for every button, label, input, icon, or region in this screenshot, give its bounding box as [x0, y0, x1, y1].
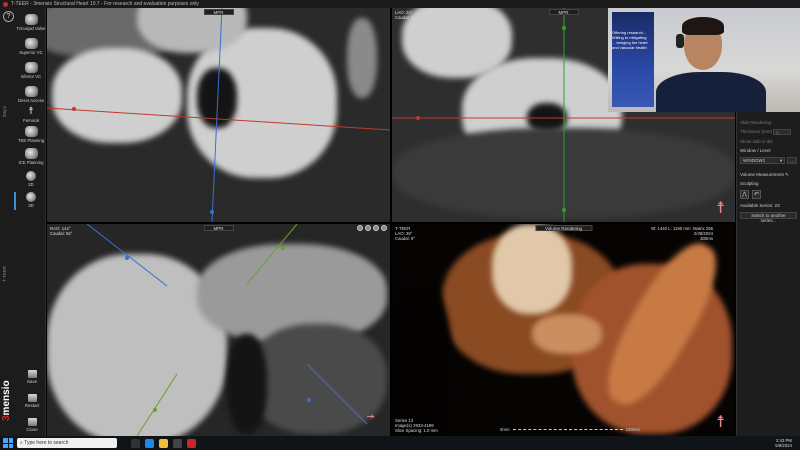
chevron-down-icon: ▾ [779, 157, 783, 163]
zoom-icon[interactable] [357, 225, 363, 231]
tool-tee-planning[interactable]: TEE Planning [16, 126, 46, 143]
webcam-overlay: Offering research... Willing to mitigati… [608, 8, 800, 112]
file-explorer-icon[interactable] [159, 438, 168, 448]
edge-icon[interactable] [145, 438, 154, 448]
viewport-tool-icons [357, 225, 387, 231]
tool-3d-view[interactable]: 3D [14, 192, 46, 210]
help-button[interactable]: ? [3, 11, 14, 22]
left-tool-rail: ? Tricuspid Valve Superior VC Inferior V… [0, 8, 46, 436]
app-icon [3, 1, 8, 7]
background-poster [612, 12, 654, 107]
viewport-mode-label[interactable]: MPR [548, 9, 579, 15]
body-orientation-icon: ☨ [716, 414, 725, 431]
brand-logo: 3mensio [1, 380, 12, 421]
ice-planning-icon [24, 148, 38, 159]
tool-femoral[interactable]: ☨ Femoral [16, 106, 46, 123]
viewport-bottom-right[interactable]: T-TEER LAO: 38° Caudal: 9° Volume Render… [392, 224, 735, 436]
presenter-hair [682, 17, 724, 35]
slab-rendering-label: Slab Rendering [740, 120, 772, 125]
window-level-label: Window / Level [740, 148, 771, 153]
window-title-bar: T-TEER - 3mensio Structural Heart 10.7 -… [0, 0, 800, 8]
tool-tricuspid-valve[interactable]: Tricuspid Valve [16, 14, 46, 31]
restart-icon [27, 394, 37, 402]
viewport-mode-label[interactable]: Volume Rendering [534, 225, 593, 231]
presenter-body [656, 72, 766, 112]
headset-icon [676, 34, 684, 48]
pan-icon[interactable] [365, 225, 371, 231]
poster-text: Offering research... Willing to mitigati… [612, 30, 648, 50]
rotate-icon[interactable] [373, 225, 379, 231]
available-series-label: Available Series: 23 [740, 203, 780, 208]
task-view-icon[interactable] [131, 438, 140, 448]
close-icon [27, 418, 37, 426]
viewport-bottom-left[interactable]: RAO: 142° Caudal: 56° MPR ☨ [47, 224, 390, 436]
reset-icon[interactable] [381, 225, 387, 231]
sculpt-cut-icon[interactable]: ⋀ [740, 190, 749, 199]
viewport-orientation-info: LAO: 20° Caudal: 4° [395, 10, 416, 20]
viewport-top-left[interactable]: MPR [47, 8, 390, 222]
body-orientation-icon: ☨ [363, 413, 375, 420]
store-icon[interactable] [173, 438, 182, 448]
volume-measurement-row[interactable]: Volume Measurement ✎ [740, 172, 797, 177]
2d-view-icon [26, 171, 36, 181]
start-button[interactable] [3, 438, 13, 448]
viewport-orientation-info: RAO: 142° Caudal: 56° [50, 226, 73, 236]
restart-button[interactable]: Restart [22, 394, 42, 408]
close-button[interactable]: Close [22, 418, 42, 432]
app-taskbar-icon[interactable] [187, 438, 196, 448]
superior-vc-icon [24, 38, 38, 49]
thickness-row: Thickness (mm) 0 [740, 129, 797, 135]
workflow-vertical-label: T-TEER [2, 266, 7, 283]
3d-view-icon [26, 192, 36, 202]
tricuspid-valve-icon [24, 14, 38, 25]
tool-direct-access[interactable]: Direct Access [16, 86, 46, 103]
viewport-render-info: W: 1440 L: 1190 mm Matrix 256 2/28/2024 … [651, 226, 713, 241]
body-orientation-icon: ☨ [716, 200, 725, 217]
direct-access-icon [24, 86, 38, 97]
scale-bar: 0mm 100mm [500, 427, 640, 432]
thickness-input[interactable]: 0 [773, 129, 792, 135]
inferior-vc-icon [24, 62, 38, 73]
mpr-crosshair[interactable] [47, 224, 390, 436]
tool-ice-planning[interactable]: ICE Planning [16, 148, 46, 165]
switch-series-button[interactable]: Switch to another series... [740, 212, 797, 223]
save-icon [27, 370, 37, 378]
taskbar-clock[interactable]: 2:43 PM 5/8/2024 [775, 438, 792, 448]
pencil-icon[interactable]: ✎ [785, 172, 789, 177]
window-level-more-button[interactable]: ... [787, 157, 797, 164]
tool-superior-vc[interactable]: Superior VC [16, 38, 46, 55]
femoral-icon: ☨ [28, 106, 34, 117]
steps-vertical-label: Steps [2, 106, 7, 118]
tee-planning-icon [24, 126, 38, 137]
taskbar-search-input[interactable]: ⌕ Type here to search [17, 438, 117, 448]
show-slab-checkbox[interactable]: Show slab in 3D [740, 139, 797, 144]
right-settings-panel: Slab Rendering Thickness (mm) 0 Show sla… [736, 112, 800, 436]
sculpting-label: Sculpting [740, 181, 759, 186]
window-level-select[interactable]: WINDOW1 ▾ [740, 157, 786, 164]
viewport-mode-label[interactable]: MPR [203, 9, 234, 15]
windows-taskbar: ⌕ Type here to search 2:43 PM 5/8/2024 [0, 436, 800, 450]
viewport-mode-label[interactable]: MPR [203, 225, 234, 231]
viewport-orientation-info: T-TEER LAO: 38° Caudal: 9° [395, 226, 416, 241]
tool-2d-view[interactable]: 2D [16, 171, 46, 187]
mpr-crosshair[interactable] [47, 8, 390, 222]
window-title: T-TEER - 3mensio Structural Heart 10.7 -… [11, 1, 199, 7]
series-info: Series 13 Image(s) 2933-4199 Slice Spaci… [395, 418, 438, 433]
sculpt-undo-icon[interactable]: ↶ [752, 190, 761, 199]
save-button[interactable]: Save [22, 370, 42, 384]
tool-inferior-vc[interactable]: Inferior VC [16, 62, 46, 79]
